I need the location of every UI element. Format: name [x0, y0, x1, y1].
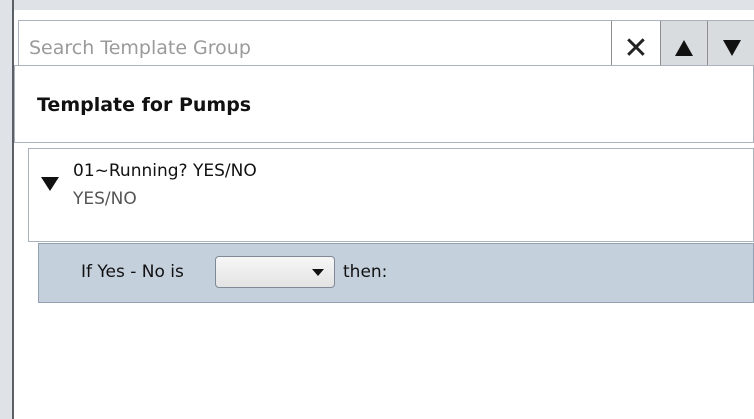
question-item: 01~Running? YES/NO YES/NO	[28, 148, 754, 242]
triangle-up-icon	[675, 40, 693, 56]
condition-prefix-label: If Yes - No is	[81, 262, 184, 282]
window-left-border	[0, 0, 14, 419]
condition-row: If Yes - No is then:	[38, 243, 754, 303]
condition-value-dropdown[interactable]	[215, 256, 335, 288]
question-answer-type: YES/NO	[73, 189, 137, 209]
template-title: Template for Pumps	[37, 94, 252, 116]
condition-suffix-label: then:	[343, 262, 388, 282]
triangle-down-icon	[722, 40, 741, 56]
question-title: 01~Running? YES/NO	[73, 161, 257, 181]
close-icon: ✕	[623, 30, 649, 66]
expand-triangle-down-icon[interactable]	[41, 177, 59, 191]
template-header: Template for Pumps	[14, 65, 754, 143]
chevron-down-icon	[312, 269, 324, 276]
window-top-border	[0, 0, 754, 10]
